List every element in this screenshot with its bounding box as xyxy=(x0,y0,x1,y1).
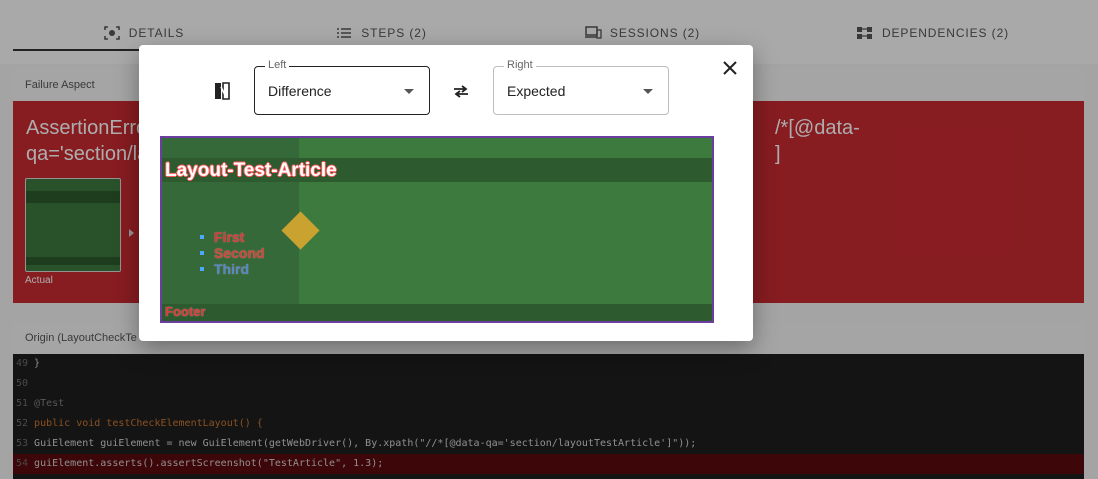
list-item: Third xyxy=(200,261,265,277)
right-select-value: Expected xyxy=(507,83,566,99)
compare-icon[interactable] xyxy=(212,81,232,101)
list-item: First xyxy=(200,229,265,245)
image-title: Layout-Test-Article xyxy=(165,160,337,181)
image-list: First Second Third xyxy=(200,229,265,277)
list-item: Second xyxy=(200,245,265,261)
right-select-label: Right xyxy=(504,59,536,71)
screenshot-compare-dialog: Left Difference Right Expected Layout-Te… xyxy=(139,45,753,341)
swap-icon[interactable] xyxy=(450,81,472,101)
chevron-down-icon xyxy=(404,89,414,94)
left-select-label: Left xyxy=(265,59,290,71)
close-icon[interactable] xyxy=(722,60,738,76)
difference-image: Layout-Test-Article First Second Third F… xyxy=(160,136,714,323)
left-select-value: Difference xyxy=(268,83,332,99)
chevron-down-icon xyxy=(643,89,653,94)
left-select[interactable]: Left Difference xyxy=(254,59,430,115)
image-footer: Footer xyxy=(165,304,206,319)
right-select[interactable]: Right Expected xyxy=(493,59,669,115)
